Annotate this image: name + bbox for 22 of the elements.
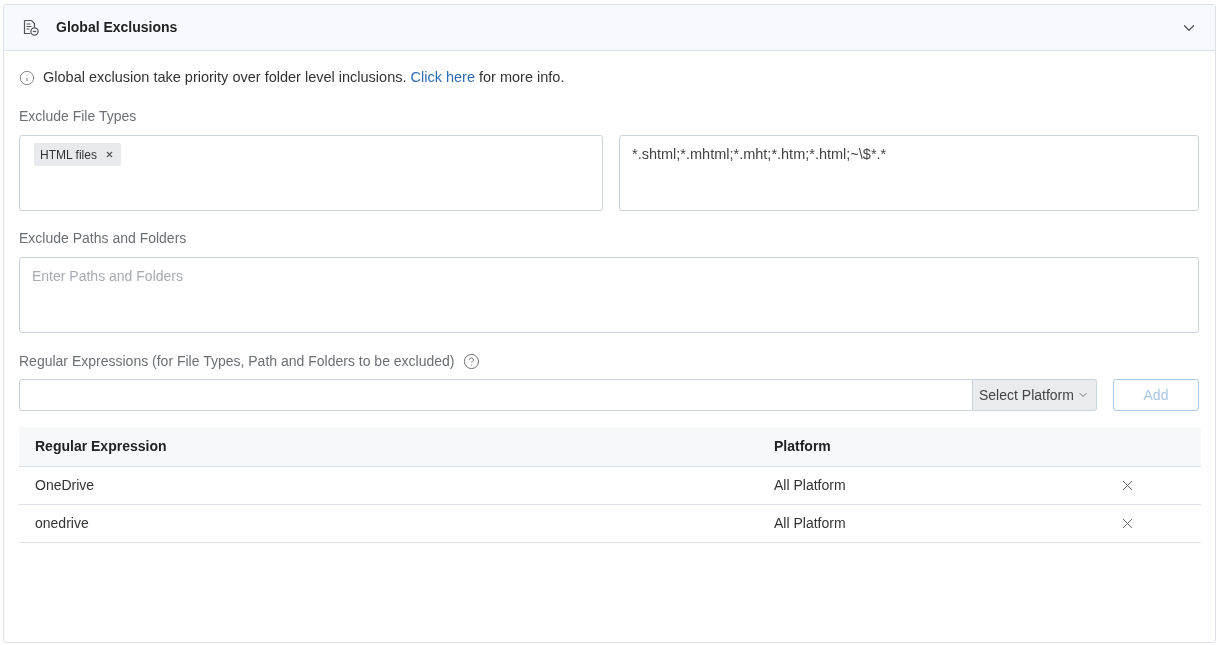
panel-title: Global Exclusions: [56, 18, 178, 37]
info-icon: [19, 70, 35, 86]
help-icon[interactable]: [462, 352, 480, 370]
regex-input-field[interactable]: [19, 379, 973, 411]
platform-select[interactable]: Select Platform: [973, 379, 1097, 411]
table-cell-text: All Platform: [774, 514, 847, 533]
column-header: Regular Expression: [34, 437, 168, 456]
tag-label: HTML files: [40, 146, 97, 164]
document-minus-icon: [22, 19, 39, 36]
info-link[interactable]: Click here: [410, 69, 475, 86]
patterns-field[interactable]: *.shtml;*.mhtml;*.mht;*.htm;*.html;~\$*.*: [619, 135, 1199, 211]
table-cell-text: All Platform: [774, 476, 847, 495]
file-types-field[interactable]: HTML files: [19, 135, 603, 211]
field-label: Exclude File Types: [19, 107, 137, 126]
info-text: Global exclusion take priority over folder level inclusions. Click here for more info.: [43, 68, 565, 88]
table-cell-text: onedrive: [34, 514, 90, 533]
field-label: Regular Expressions (for File Types, Path and Folders to be excluded): [19, 351, 455, 371]
panel-header[interactable]: Global Exclusions: [4, 5, 1215, 51]
table-cell-text: OneDrive: [34, 476, 96, 495]
column-header: Platform: [774, 437, 832, 456]
field-label: Exclude Paths and Folders: [19, 229, 187, 248]
close-icon[interactable]: [104, 150, 114, 159]
